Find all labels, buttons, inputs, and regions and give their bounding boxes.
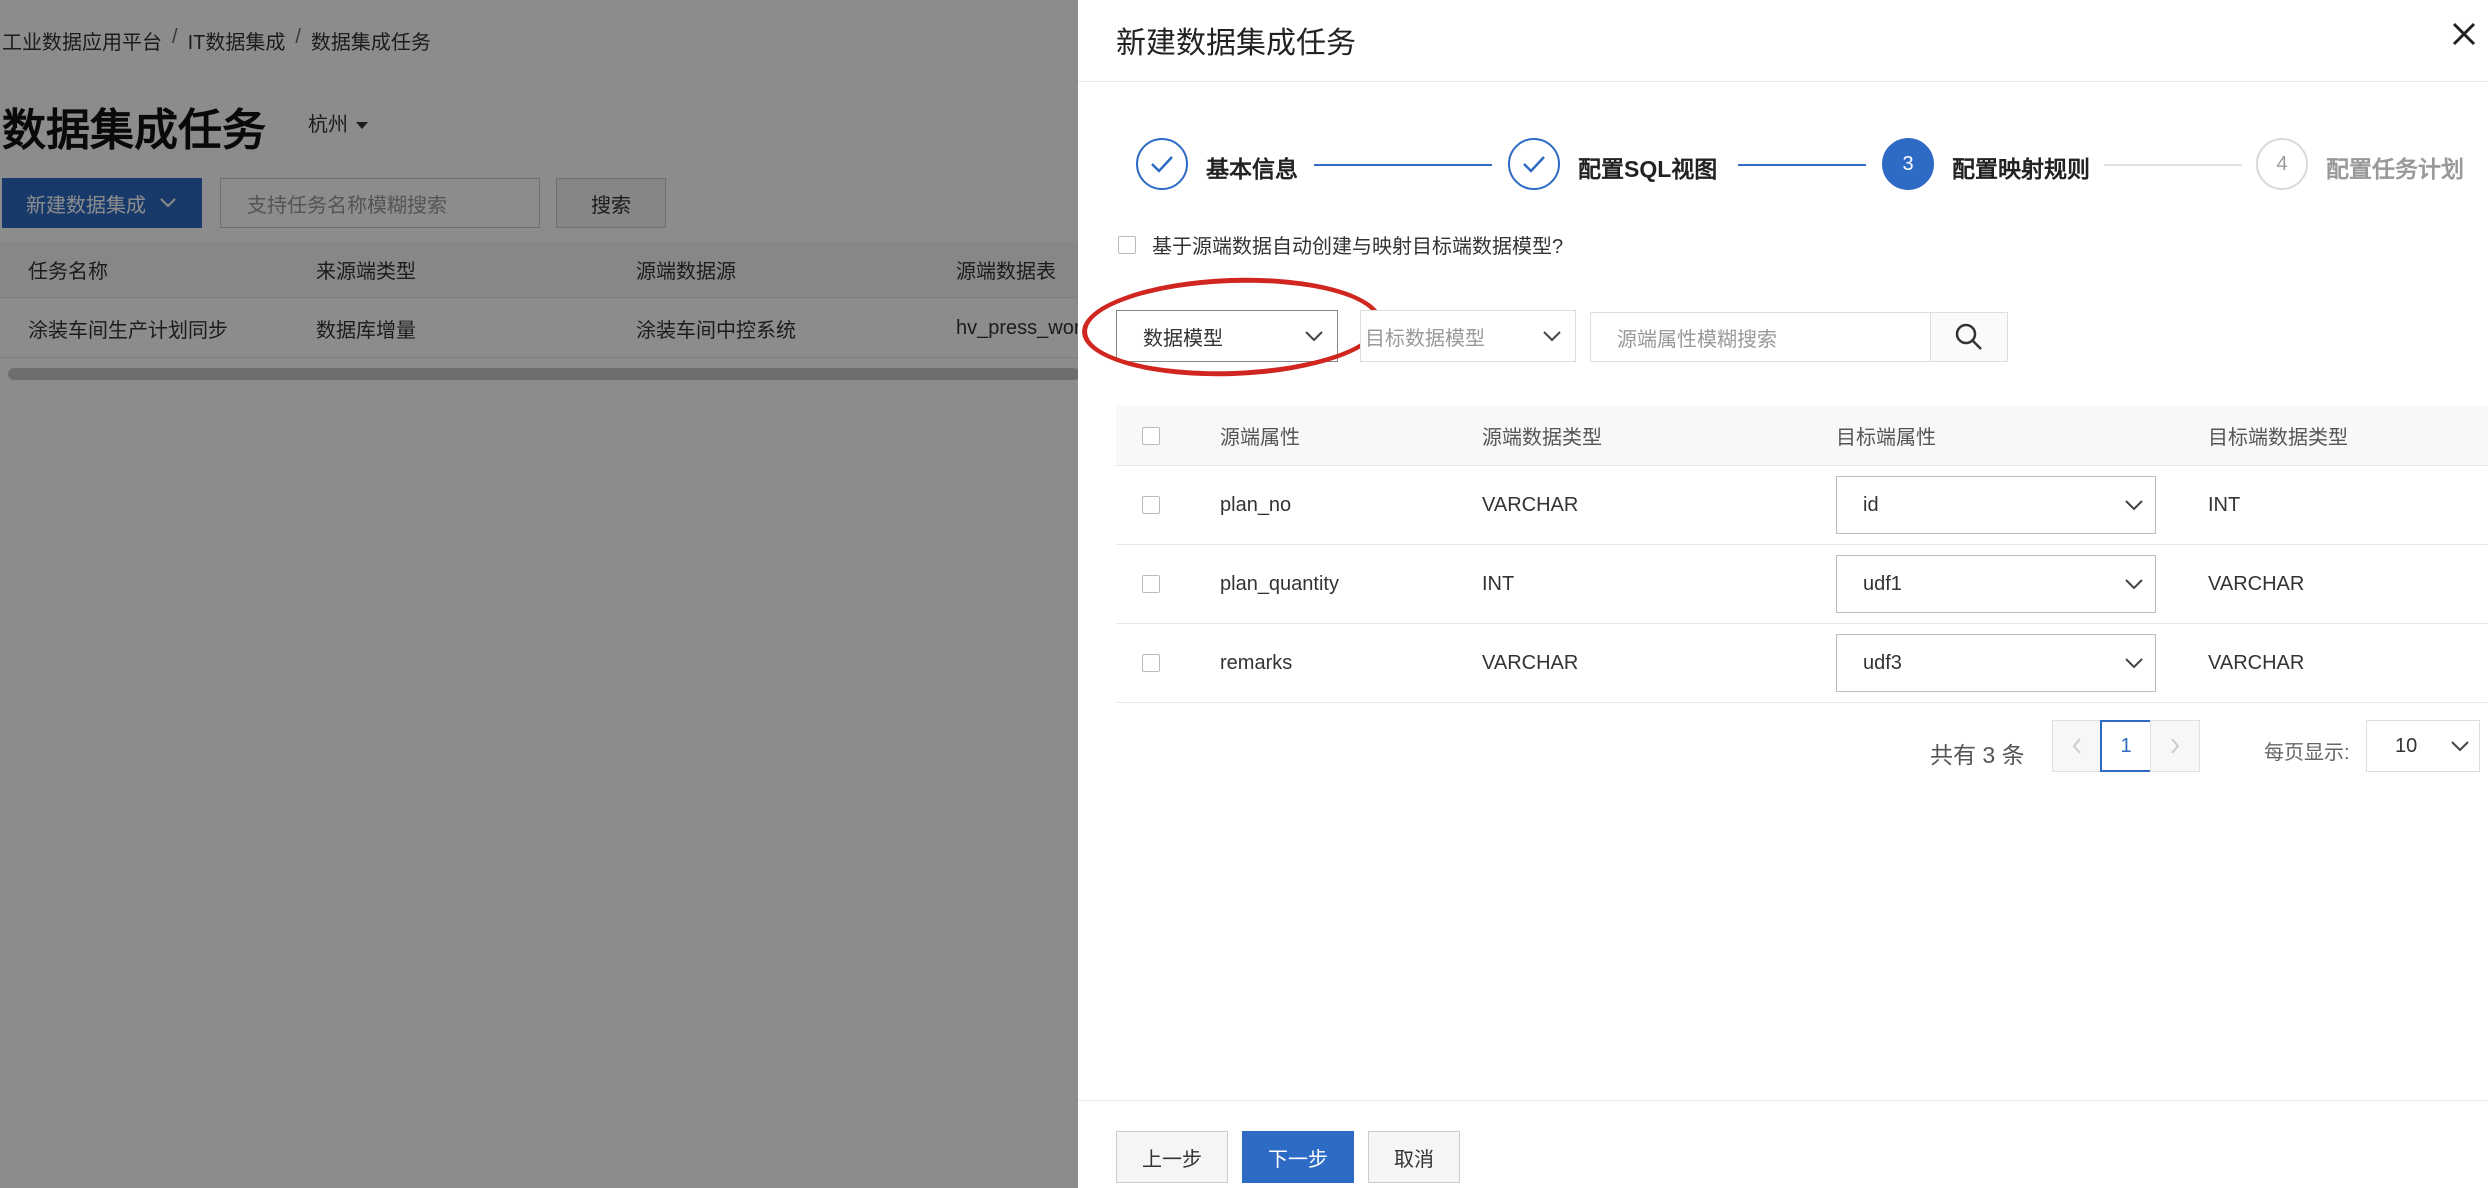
- table-row: remarks VARCHAR udf3 VARCHAR: [1116, 624, 2488, 703]
- auto-create-option[interactable]: 基于源端数据自动创建与映射目标端数据模型?: [1118, 230, 1563, 259]
- step-connector: [1738, 164, 1866, 166]
- auto-create-label: 基于源端数据自动创建与映射目标端数据模型?: [1152, 236, 1564, 258]
- table-row: plan_quantity INT udf1 VARCHAR: [1116, 545, 2488, 624]
- cell-source-attr: plan_quantity: [1220, 572, 1339, 595]
- target-attr-select[interactable]: id: [1836, 476, 2156, 534]
- check-icon: [1151, 156, 1173, 173]
- step-4-label: 配置任务计划: [2326, 156, 2464, 182]
- cell-target-attr: udf1: [1836, 545, 2158, 623]
- row-checkbox[interactable]: [1142, 496, 1160, 514]
- target-attr-select[interactable]: udf1: [1836, 555, 2156, 613]
- step-4-circle: 4: [2256, 138, 2308, 190]
- cell-target-type: INT: [2208, 493, 2241, 516]
- chevron-down-icon: [2125, 579, 2143, 590]
- pagination-total: 共有 3 条: [1930, 742, 2025, 768]
- step-3-label: 配置映射规则: [1952, 156, 2090, 182]
- column-header-target-type: 目标端数据类型: [2208, 427, 2348, 449]
- chevron-down-icon: [2125, 500, 2143, 511]
- chevron-down-icon: [2451, 741, 2469, 752]
- step-indicator: 基本信息 配置SQL视图 3 配置映射规则 4 配置任务计划: [1078, 138, 2488, 198]
- row-checkbox-cell: [1142, 545, 1160, 623]
- target-attr-value: udf1: [1863, 572, 1902, 595]
- attribute-search-input[interactable]: 源端属性模糊搜索: [1590, 312, 1930, 362]
- row-checkbox[interactable]: [1142, 575, 1160, 593]
- target-attr-select[interactable]: udf3: [1836, 634, 2156, 692]
- step-2-done-circle: [1508, 138, 1560, 190]
- next-step-button[interactable]: 下一步: [1242, 1131, 1354, 1183]
- cell-target-attr: id: [1836, 466, 2158, 544]
- step-1-label: 基本信息: [1206, 156, 1298, 182]
- chevron-right-icon: [2171, 738, 2180, 754]
- row-checkbox-cell: [1142, 466, 1160, 544]
- chevron-left-icon: [2072, 738, 2081, 754]
- page-size-select[interactable]: 10: [2366, 720, 2480, 772]
- modal-overlay[interactable]: [0, 0, 1078, 1188]
- target-attr-value: udf3: [1863, 651, 1902, 674]
- close-icon[interactable]: [2444, 14, 2484, 54]
- cell-target-type: VARCHAR: [2208, 572, 2305, 595]
- step-connector: [2104, 164, 2242, 166]
- target-model-placeholder: 目标数据模型: [1365, 327, 1485, 350]
- column-header-target-attr: 目标端属性: [1836, 427, 1936, 449]
- page-size-label: 每页显示:: [2264, 742, 2350, 764]
- new-task-drawer: 新建数据集成任务 基本信息 配置SQL视图 3 配置映射规则 4 配置任务计划 …: [1078, 0, 2488, 1188]
- column-header-source-attr: 源端属性: [1220, 427, 1300, 449]
- drawer-footer: 上一步 下一步 取消: [1078, 1100, 2488, 1188]
- prev-step-button[interactable]: 上一步: [1116, 1131, 1228, 1183]
- cancel-button[interactable]: 取消: [1368, 1131, 1460, 1183]
- cell-source-type: VARCHAR: [1482, 651, 1579, 674]
- target-model-select[interactable]: 目标数据模型: [1360, 310, 1576, 362]
- cell-source-type: INT: [1482, 572, 1515, 595]
- chevron-down-icon: [1543, 331, 1561, 342]
- cell-source-attr: remarks: [1220, 651, 1293, 674]
- step-connector: [1314, 164, 1492, 166]
- row-checkbox-cell: [1142, 624, 1160, 702]
- chevron-down-icon: [2125, 658, 2143, 669]
- attribute-search-button[interactable]: [1930, 312, 2008, 362]
- step-2-label: 配置SQL视图: [1578, 156, 1718, 182]
- row-checkbox[interactable]: [1142, 654, 1160, 672]
- model-type-select[interactable]: 数据模型: [1116, 310, 1338, 362]
- model-type-value: 数据模型: [1143, 327, 1223, 350]
- auto-create-checkbox[interactable]: [1118, 235, 1136, 254]
- column-header-source-type: 源端数据类型: [1482, 427, 1602, 449]
- cell-source-attr: plan_no: [1220, 493, 1292, 516]
- cell-source-type: VARCHAR: [1482, 493, 1579, 516]
- pagination-next-button[interactable]: [2150, 720, 2200, 772]
- cell-target-type: VARCHAR: [2208, 651, 2305, 674]
- pagination-prev-button[interactable]: [2052, 720, 2102, 772]
- drawer-header: 新建数据集成任务: [1078, 0, 2488, 82]
- check-icon: [1523, 156, 1545, 173]
- mapping-table-header: 源端属性 源端数据类型 目标端属性 目标端数据类型: [1116, 406, 2488, 466]
- chevron-down-icon: [1305, 331, 1323, 342]
- cell-target-attr: udf3: [1836, 624, 2158, 702]
- mapping-table: 源端属性 源端数据类型 目标端属性 目标端数据类型 plan_no VARCHA…: [1116, 406, 2488, 703]
- select-all-cell: [1142, 406, 1160, 465]
- select-all-checkbox[interactable]: [1142, 426, 1160, 445]
- pagination-page-current[interactable]: 1: [2100, 720, 2152, 772]
- drawer-title: 新建数据集成任务: [1116, 27, 1356, 60]
- table-row: plan_no VARCHAR id INT: [1116, 466, 2488, 545]
- search-icon: [1955, 323, 1982, 350]
- step-3-active-circle: 3: [1882, 138, 1934, 190]
- page-size-value: 10: [2395, 734, 2418, 757]
- target-attr-value: id: [1863, 493, 1879, 516]
- step-1-done-circle: [1136, 138, 1188, 190]
